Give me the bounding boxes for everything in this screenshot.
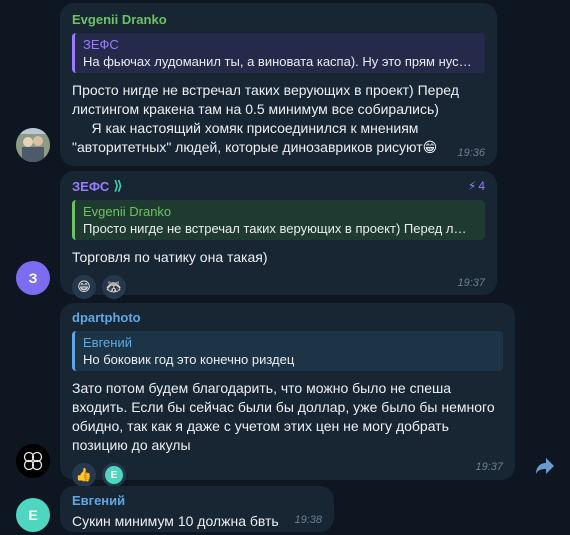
reply-sender: Евгений: [83, 335, 132, 350]
reply-text: На фьючах лудоманил ты, а виновата каспа…: [83, 54, 472, 69]
reactions-bar: 👍 Е: [72, 463, 503, 487]
boost-badge[interactable]: ⚡ 4: [468, 179, 485, 193]
message-bubble-1[interactable]: Evgenii Dranko ЗЕФС На фьючах лудоманил …: [60, 3, 497, 166]
message-text: Торговля по чатику она такая): [72, 249, 268, 265]
reply-sender: ЗЕФС: [83, 37, 119, 52]
reply-preview[interactable]: Evgenii Dranko Просто нигде не встречал …: [72, 200, 485, 240]
sender-name[interactable]: dpartphoto: [72, 310, 503, 325]
lightning-icon: ⚡: [467, 179, 477, 193]
avatar-zefs[interactable]: З: [16, 261, 50, 295]
reply-preview[interactable]: Евгений Но боковик год это конечно ризде…: [72, 331, 503, 371]
message-time: 19:38: [294, 514, 322, 526]
sender-name[interactable]: Evgenii Dranko: [72, 12, 485, 27]
avatar-dpartphoto[interactable]: [16, 444, 50, 478]
reactions-bar: 😁 🦝: [72, 275, 485, 299]
message-time: 19:36: [457, 147, 485, 159]
message-text: Сукин минимум 10 должна бвть: [72, 513, 279, 529]
share-button[interactable]: [533, 454, 557, 478]
reaction-avatar-e[interactable]: Е: [102, 463, 126, 487]
avatar-letter: З: [28, 270, 38, 286]
message-text: Зато потом будем благодарить, что можно …: [72, 380, 495, 453]
message-bubble-3[interactable]: dpartphoto Евгений Но боковик год это ко…: [60, 303, 515, 487]
sender-name[interactable]: ЗЕФС ⟫: [72, 178, 485, 194]
reaction-thumbs-up-icon[interactable]: 👍: [72, 463, 96, 487]
message-time: 19:37: [475, 461, 503, 473]
reply-text: Просто нигде не встречал таких верующих …: [83, 221, 467, 236]
reply-sender: Evgenii Dranko: [83, 204, 172, 219]
message-time: 19:37: [457, 277, 485, 289]
reply-preview[interactable]: ЗЕФС На фьючах лудоманил ты, а виновата …: [72, 33, 485, 73]
avatar-evgeniy[interactable]: Е: [16, 498, 50, 532]
sender-name[interactable]: Евгений: [72, 493, 322, 508]
reaction-raccoon-icon[interactable]: 🦝: [102, 275, 126, 299]
message-bubble-2[interactable]: ЗЕФС ⟫ ⚡ 4 Evgenii Dranko Просто нигде н…: [60, 171, 497, 299]
message-text: Просто нигде не встречал таких верующих …: [72, 82, 459, 155]
reaction-grin-icon[interactable]: 😁: [72, 275, 96, 299]
avatar-evgenii-dranko[interactable]: [16, 128, 50, 162]
forward-icon: [536, 458, 554, 474]
avatar-letter: Е: [28, 507, 38, 523]
reply-text: Но боковик год это конечно риздец: [83, 352, 295, 367]
verified-icon: ⟫: [113, 178, 123, 193]
message-bubble-4[interactable]: Евгений Сукин минимум 10 должна бвть 19:…: [60, 486, 334, 532]
clover-logo-icon: [16, 444, 50, 478]
